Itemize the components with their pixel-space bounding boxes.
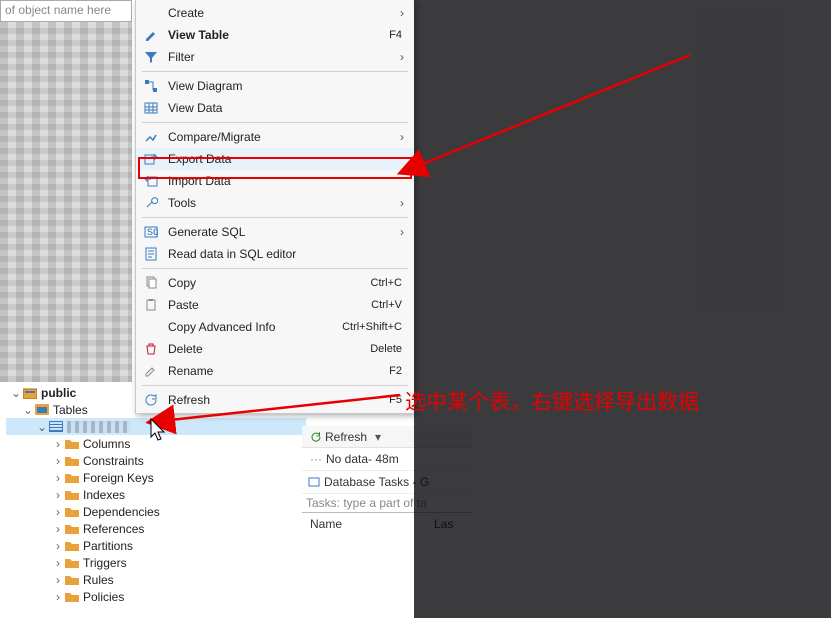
dropdown-icon[interactable]: ▾ (375, 430, 381, 444)
chevron-right-icon: › (400, 6, 408, 20)
folder-icon (64, 488, 80, 502)
menu-paste[interactable]: PasteCtrl+V (136, 294, 414, 316)
tree-partitions[interactable]: ›Partitions (6, 537, 306, 554)
chevron-right-icon[interactable]: › (52, 488, 64, 502)
compare-icon (142, 130, 160, 144)
sql-editor-icon (142, 247, 160, 261)
overlay-dim (414, 0, 831, 618)
chevron-right-icon: › (400, 50, 408, 64)
menu-separator (142, 122, 408, 123)
trash-icon (142, 342, 160, 356)
tree-label: Tables (53, 403, 88, 417)
menu-generate-sql[interactable]: sqlGenerate SQL› (136, 221, 414, 243)
expand-icon[interactable]: ⌄ (10, 386, 22, 400)
tree-rules[interactable]: ›Rules (6, 571, 306, 588)
copy-icon (142, 276, 160, 290)
folder-icon (64, 454, 80, 468)
menu-rename[interactable]: RenameF2 (136, 360, 414, 382)
menu-export-data[interactable]: Export Data (136, 148, 414, 170)
chevron-right-icon[interactable]: › (52, 471, 64, 485)
menu-create[interactable]: Create› (136, 2, 414, 24)
tree-constraints[interactable]: ›Constraints (6, 452, 306, 469)
refresh-icon (142, 393, 160, 407)
chevron-right-icon: › (400, 196, 408, 210)
menu-compare-migrate[interactable]: Compare/Migrate› (136, 126, 414, 148)
folder-icon (64, 505, 80, 519)
chevron-right-icon[interactable]: › (52, 522, 64, 536)
folder-icon (64, 556, 80, 570)
tree-label: public (41, 386, 76, 400)
annotation-text: 选中某个表，右键选择导出数据 (405, 386, 825, 416)
folder-icon (64, 471, 80, 485)
tree-policies[interactable]: ›Policies (6, 588, 306, 605)
tree-foreign-keys[interactable]: ›Foreign Keys (6, 469, 306, 486)
sql-icon: sql (142, 225, 160, 239)
menu-refresh[interactable]: RefreshF5 (136, 389, 414, 411)
menu-delete[interactable]: DeleteDelete (136, 338, 414, 360)
refresh-button[interactable]: Refresh (306, 429, 371, 445)
folder-tables-icon (34, 403, 50, 417)
menu-separator (142, 217, 408, 218)
grid-icon (142, 101, 160, 115)
expand-icon[interactable]: ⌄ (36, 420, 48, 434)
menu-separator (142, 71, 408, 72)
import-icon (142, 174, 160, 188)
menu-filter[interactable]: Filter› (136, 46, 414, 68)
menu-copy[interactable]: CopyCtrl+C (136, 272, 414, 294)
folder-icon (64, 590, 80, 604)
diagram-icon (142, 79, 160, 93)
chevron-right-icon: › (400, 130, 408, 144)
chevron-right-icon[interactable]: › (52, 556, 64, 570)
menu-view-diagram[interactable]: View Diagram (136, 75, 414, 97)
chevron-right-icon[interactable]: › (52, 454, 64, 468)
refresh-icon (310, 431, 322, 443)
context-menu: Create› View TableF4 Filter› View Diagra… (135, 0, 415, 414)
tree-dependencies[interactable]: ›Dependencies (6, 503, 306, 520)
chevron-right-icon: › (400, 225, 408, 239)
export-icon (142, 152, 160, 166)
menu-separator (142, 268, 408, 269)
search-input[interactable]: of object name here (0, 0, 132, 22)
chevron-right-icon[interactable]: › (52, 437, 64, 451)
expand-icon[interactable]: ⌄ (22, 403, 34, 417)
chevron-right-icon[interactable]: › (52, 539, 64, 553)
tree-indexes[interactable]: ›Indexes (6, 486, 306, 503)
tasks-icon (308, 476, 320, 488)
tree-triggers[interactable]: ›Triggers (6, 554, 306, 571)
menu-view-table[interactable]: View TableF4 (136, 24, 414, 46)
folder-icon (64, 573, 80, 587)
rename-icon (142, 364, 160, 378)
filter-icon (142, 50, 160, 64)
folder-icon (64, 437, 80, 451)
tree-references[interactable]: ›References (6, 520, 306, 537)
menu-copy-advanced[interactable]: Copy Advanced InfoCtrl+Shift+C (136, 316, 414, 338)
redacted-table-name (67, 421, 131, 433)
menu-separator (142, 385, 408, 386)
schema-icon (22, 386, 38, 400)
chevron-right-icon[interactable]: › (52, 573, 64, 587)
menu-tools[interactable]: Tools› (136, 192, 414, 214)
pencil-icon (142, 28, 160, 42)
menu-import-data[interactable]: Import Data (136, 170, 414, 192)
menu-view-data[interactable]: View Data (136, 97, 414, 119)
redacted-tree-area (0, 22, 132, 382)
folder-icon (64, 522, 80, 536)
app: of object name here ⌄ public ⌄ Tables ⌄ … (0, 0, 831, 618)
svg-text:sql: sql (147, 225, 158, 238)
table-icon (48, 420, 64, 434)
tools-icon (142, 196, 160, 210)
paste-icon (142, 298, 160, 312)
folder-icon (64, 539, 80, 553)
chevron-right-icon[interactable]: › (52, 505, 64, 519)
chevron-right-icon[interactable]: › (52, 590, 64, 604)
menu-read-sql-editor[interactable]: Read data in SQL editor (136, 243, 414, 265)
cursor-icon (150, 418, 168, 442)
